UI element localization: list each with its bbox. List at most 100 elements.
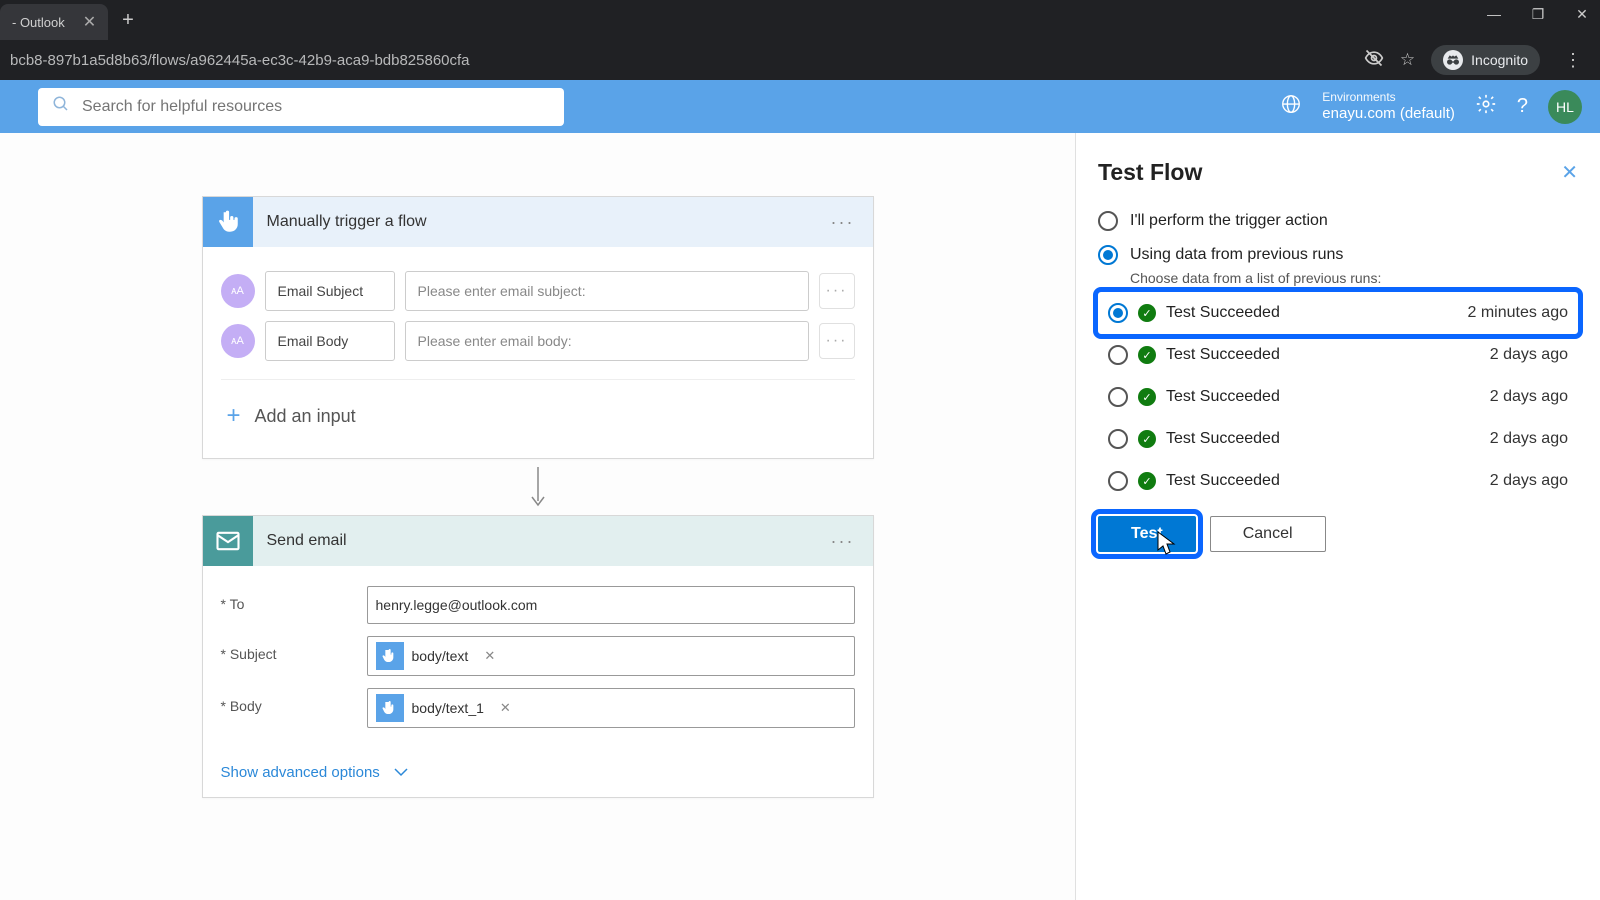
text-type-icon: ᴀA (221, 324, 255, 358)
incognito-label: Incognito (1471, 52, 1528, 68)
trigger-title: Manually trigger a flow (253, 213, 813, 231)
new-tab-button[interactable]: + (122, 9, 134, 32)
app-header: Environments enayu.com (default) ? HL (0, 80, 1600, 133)
input-name-field[interactable]: Email Body (265, 321, 395, 361)
search-box[interactable] (38, 88, 564, 126)
run-status: Test Succeeded (1166, 304, 1280, 322)
run-item[interactable]: ✓Test Succeeded2 days ago (1098, 376, 1578, 418)
flow-canvas: Manually trigger a flow ··· ᴀA Email Sub… (0, 133, 1075, 900)
to-label: * To (221, 586, 367, 612)
env-value: enayu.com (default) (1322, 105, 1455, 123)
check-circle-icon: ✓ (1138, 430, 1156, 448)
run-status: Test Succeeded (1166, 472, 1280, 490)
avatar[interactable]: HL (1548, 90, 1582, 124)
panel-title: Test Flow (1098, 159, 1202, 186)
cursor-icon (1157, 531, 1177, 557)
dynamic-token[interactable]: body/text_1 ✕ (376, 694, 519, 722)
divider (221, 379, 855, 380)
token-finger-icon (376, 694, 404, 722)
close-panel-icon[interactable]: ✕ (1561, 160, 1578, 185)
option-hint: Choose data from a list of previous runs… (1098, 270, 1578, 286)
window-controls: ― ❐ ✕ (1484, 6, 1592, 23)
subject-label: * Subject (221, 636, 367, 662)
body-field[interactable]: body/text_1 ✕ (367, 688, 855, 728)
trigger-finger-icon (203, 197, 253, 247)
radio-icon (1108, 345, 1128, 365)
trigger-input-row: ᴀA Email Body Please enter email body: ·… (221, 321, 855, 361)
tab-title: - Outlook (12, 15, 65, 30)
show-advanced-options[interactable]: Show advanced options (203, 748, 873, 797)
help-icon[interactable]: ? (1517, 95, 1528, 118)
run-time: 2 days ago (1490, 472, 1568, 490)
run-time: 2 days ago (1490, 346, 1568, 364)
close-tab-icon[interactable]: ✕ (83, 12, 96, 32)
input-name-field[interactable]: Email Subject (265, 271, 395, 311)
test-flow-panel: Test Flow ✕ I'll perform the trigger act… (1075, 133, 1600, 900)
run-item[interactable]: ✓ Test Succeeded 2 minutes ago (1098, 292, 1578, 334)
radio-icon (1098, 211, 1118, 231)
action-menu-icon[interactable]: ··· (813, 531, 873, 552)
add-input-label: Add an input (255, 406, 356, 427)
input-row-menu-icon[interactable]: ··· (819, 273, 855, 309)
url-text[interactable]: bcb8-897b1a5d8b63/flows/a962445a-ec3c-42… (10, 52, 1364, 69)
token-remove-icon[interactable]: ✕ (492, 700, 519, 716)
check-circle-icon: ✓ (1138, 346, 1156, 364)
input-desc-field[interactable]: Please enter email subject: (405, 271, 809, 311)
run-status: Test Succeeded (1166, 430, 1280, 448)
run-status: Test Succeeded (1166, 388, 1280, 406)
search-input[interactable] (82, 98, 550, 116)
input-row-menu-icon[interactable]: ··· (819, 323, 855, 359)
environment-icon[interactable] (1280, 93, 1302, 120)
radio-icon (1098, 245, 1118, 265)
radio-icon (1108, 303, 1128, 323)
run-item[interactable]: ✓ Test Succeeded 2 days ago (1098, 334, 1578, 376)
close-window-icon[interactable]: ✕ (1572, 6, 1592, 23)
plus-icon: + (227, 402, 241, 430)
action-title: Send email (253, 532, 813, 550)
env-label: Environments (1322, 90, 1455, 104)
run-item[interactable]: ✓ Test Succeeded 2 days ago (1098, 418, 1578, 460)
action-card-header[interactable]: Send email ··· (203, 516, 873, 566)
browser-menu-icon[interactable]: ⋮ (1556, 50, 1590, 71)
option-manual-trigger[interactable]: I'll perform the trigger action (1098, 204, 1578, 238)
trigger-menu-icon[interactable]: ··· (813, 212, 873, 233)
run-time: 2 minutes ago (1467, 304, 1568, 322)
incognito-icon (1443, 50, 1463, 70)
token-finger-icon (376, 642, 404, 670)
advanced-label: Show advanced options (221, 764, 380, 781)
add-input-button[interactable]: + Add an input (221, 388, 855, 444)
gear-icon[interactable] (1475, 93, 1497, 121)
incognito-chip[interactable]: Incognito (1431, 45, 1540, 75)
action-card: Send email ··· * To henry.legge@outlook.… (202, 515, 874, 798)
bookmark-star-icon[interactable]: ☆ (1400, 50, 1415, 70)
browser-tab[interactable]: - Outlook ✕ (0, 4, 108, 40)
address-bar: bcb8-897b1a5d8b63/flows/a962445a-ec3c-42… (0, 40, 1600, 80)
token-remove-icon[interactable]: ✕ (476, 648, 503, 664)
maximize-icon[interactable]: ❐ (1528, 6, 1548, 23)
environment-selector[interactable]: Environments enayu.com (default) (1322, 90, 1455, 122)
option-label: Using data from previous runs (1130, 246, 1343, 264)
trigger-card-header[interactable]: Manually trigger a flow ··· (203, 197, 873, 247)
flow-arrow-icon (530, 465, 546, 509)
search-icon (52, 95, 70, 118)
option-previous-runs[interactable]: Using data from previous runs (1098, 238, 1578, 272)
tab-strip: - Outlook ✕ + ― ❐ ✕ (0, 0, 1600, 40)
subject-field[interactable]: body/text ✕ (367, 636, 855, 676)
run-time: 2 days ago (1490, 430, 1568, 448)
radio-icon (1108, 387, 1128, 407)
text-type-icon: ᴀA (221, 274, 255, 308)
test-button[interactable]: Test (1098, 516, 1196, 552)
to-field[interactable]: henry.legge@outlook.com (367, 586, 855, 624)
run-item[interactable]: ✓Test Succeeded2 days ago (1098, 460, 1578, 502)
run-list: ✓Test Succeeded2 minutes ago✓Test Succee… (1098, 292, 1578, 502)
trigger-input-row: ᴀA Email Subject Please enter email subj… (221, 271, 855, 311)
check-circle-icon: ✓ (1138, 304, 1156, 322)
minimize-icon[interactable]: ― (1484, 6, 1504, 23)
run-status: Test Succeeded (1166, 346, 1280, 364)
chevron-down-icon (394, 764, 408, 781)
input-desc-field[interactable]: Please enter email body: (405, 321, 809, 361)
dynamic-token[interactable]: body/text ✕ (376, 642, 504, 670)
trigger-card: Manually trigger a flow ··· ᴀA Email Sub… (202, 196, 874, 459)
eye-slash-icon[interactable] (1364, 48, 1384, 73)
cancel-button[interactable]: Cancel (1210, 516, 1326, 552)
